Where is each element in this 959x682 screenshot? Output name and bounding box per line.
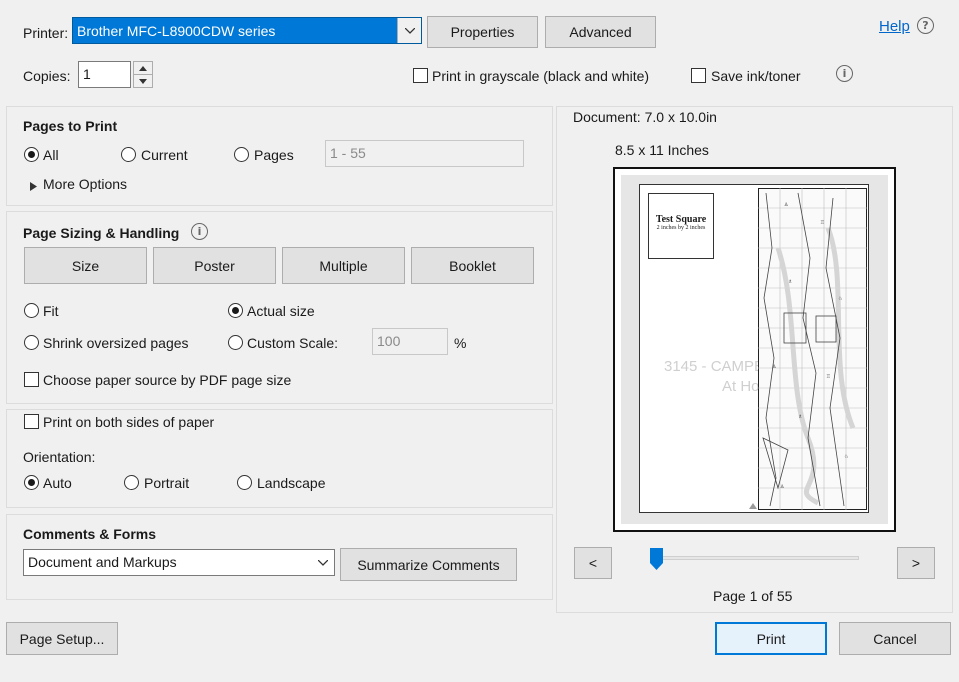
comments-select[interactable]: Document and Markups: [23, 549, 335, 576]
tab-multiple[interactable]: Multiple: [282, 247, 405, 284]
print-button[interactable]: Print: [715, 622, 827, 655]
comments-title: Comments & Forms: [23, 526, 157, 542]
info-icon[interactable]: i: [836, 65, 853, 82]
landscape-radio[interactable]: [237, 475, 252, 490]
paper-size-label: 8.5 x 11 Inches: [615, 142, 709, 158]
auto-orientation-radio[interactable]: [24, 475, 39, 490]
page-slider-track[interactable]: [656, 556, 859, 560]
actual-size-radio[interactable]: [228, 303, 243, 318]
both-sides-checkbox[interactable]: [24, 414, 39, 429]
grayscale-label: Print in grayscale (black and white): [432, 68, 650, 84]
svg-text:♗: ♗: [788, 279, 792, 285]
shrink-label: Shrink oversized pages: [43, 335, 189, 351]
save-ink-checkbox[interactable]: [691, 68, 706, 83]
page-indicator: Page 1 of 55: [713, 588, 793, 604]
stepper-down-icon[interactable]: [134, 75, 152, 87]
custom-scale-label: Custom Scale:: [247, 335, 339, 351]
test-square-subtitle: 2 inches by 2 inches: [656, 225, 706, 231]
printer-label: Printer:: [23, 25, 69, 41]
page-sizing-title: Page Sizing & Handling: [23, 225, 180, 241]
pattern-pieces-graphic: ♙ ♖ ♗ ♘ ♙ ♖ ♗ ♘ ♙: [758, 188, 867, 510]
question-icon[interactable]: ?: [917, 17, 934, 34]
current-page-label: Current: [141, 147, 188, 163]
actual-size-label: Actual size: [247, 303, 315, 319]
save-ink-label: Save ink/toner: [711, 68, 801, 84]
portrait-label: Portrait: [144, 475, 190, 491]
print-preview: Test Square 2 inches by 2 inches 3145 - …: [613, 167, 896, 532]
chevron-down-icon[interactable]: [312, 550, 334, 575]
all-pages-label: All: [43, 147, 59, 163]
help-link[interactable]: Help: [879, 18, 910, 36]
copies-label: Copies:: [23, 68, 71, 84]
percent-label: %: [454, 335, 467, 351]
all-pages-radio[interactable]: [24, 147, 39, 162]
advanced-button[interactable]: Advanced: [545, 16, 656, 48]
fit-label: Fit: [43, 303, 59, 319]
pages-radio[interactable]: [234, 147, 249, 162]
pages-to-print-title: Pages to Print: [23, 118, 118, 134]
both-sides-label: Print on both sides of paper: [43, 414, 215, 430]
svg-text:♖: ♖: [826, 374, 830, 380]
auto-orientation-label: Auto: [43, 475, 72, 491]
tab-poster[interactable]: Poster: [153, 247, 276, 284]
previous-page-button[interactable]: <: [574, 547, 612, 579]
stepper-up-icon[interactable]: [134, 62, 152, 75]
watermark-line-2: At Ho: [722, 378, 760, 395]
svg-text:♘: ♘: [844, 454, 848, 460]
page-slider-thumb[interactable]: [650, 548, 663, 570]
comments-select-value: Document and Markups: [28, 554, 177, 570]
svg-text:♘: ♘: [838, 296, 842, 302]
svg-text:♙: ♙: [784, 202, 788, 208]
paper-source-label: Choose paper source by PDF page size: [43, 372, 292, 388]
custom-scale-radio[interactable]: [228, 335, 243, 350]
pages-range-input[interactable]: 1 - 55: [325, 140, 524, 167]
custom-scale-input[interactable]: 100: [372, 328, 448, 355]
svg-text:♖: ♖: [820, 220, 824, 226]
document-size-label: Document: 7.0 x 10.0in: [573, 109, 717, 125]
landscape-label: Landscape: [257, 475, 326, 491]
svg-text:♗: ♗: [798, 414, 802, 420]
grayscale-checkbox[interactable]: [413, 68, 428, 83]
test-square: Test Square 2 inches by 2 inches: [648, 193, 714, 259]
tab-booklet[interactable]: Booklet: [411, 247, 534, 284]
pages-label: Pages: [254, 147, 294, 163]
svg-text:♙: ♙: [780, 484, 784, 490]
chevron-down-icon[interactable]: [397, 18, 421, 43]
test-square-title: Test Square: [655, 214, 707, 225]
page-edge-marker-icon: [749, 503, 757, 509]
portrait-radio[interactable]: [124, 475, 139, 490]
current-page-radio[interactable]: [121, 147, 136, 162]
paper-source-checkbox[interactable]: [24, 372, 39, 387]
summarize-comments-button[interactable]: Summarize Comments: [340, 548, 517, 581]
cancel-button[interactable]: Cancel: [839, 622, 951, 655]
info-icon[interactable]: i: [191, 223, 208, 240]
properties-button[interactable]: Properties: [427, 16, 538, 48]
printer-select[interactable]: Brother MFC-L8900CDW series: [72, 17, 422, 44]
next-page-button[interactable]: >: [897, 547, 935, 579]
shrink-radio[interactable]: [24, 335, 39, 350]
printer-select-value: Brother MFC-L8900CDW series: [77, 23, 276, 39]
page-setup-button[interactable]: Page Setup...: [6, 622, 118, 655]
fit-radio[interactable]: [24, 303, 39, 318]
preview-page: Test Square 2 inches by 2 inches 3145 - …: [639, 184, 869, 513]
svg-text:♙: ♙: [772, 364, 776, 370]
expand-triangle-icon[interactable]: [30, 178, 37, 194]
more-options-label[interactable]: More Options: [43, 175, 127, 193]
orientation-label: Orientation:: [23, 449, 96, 465]
tab-size[interactable]: Size: [24, 247, 147, 284]
copies-stepper[interactable]: [133, 61, 153, 88]
copies-input[interactable]: 1: [78, 61, 131, 88]
